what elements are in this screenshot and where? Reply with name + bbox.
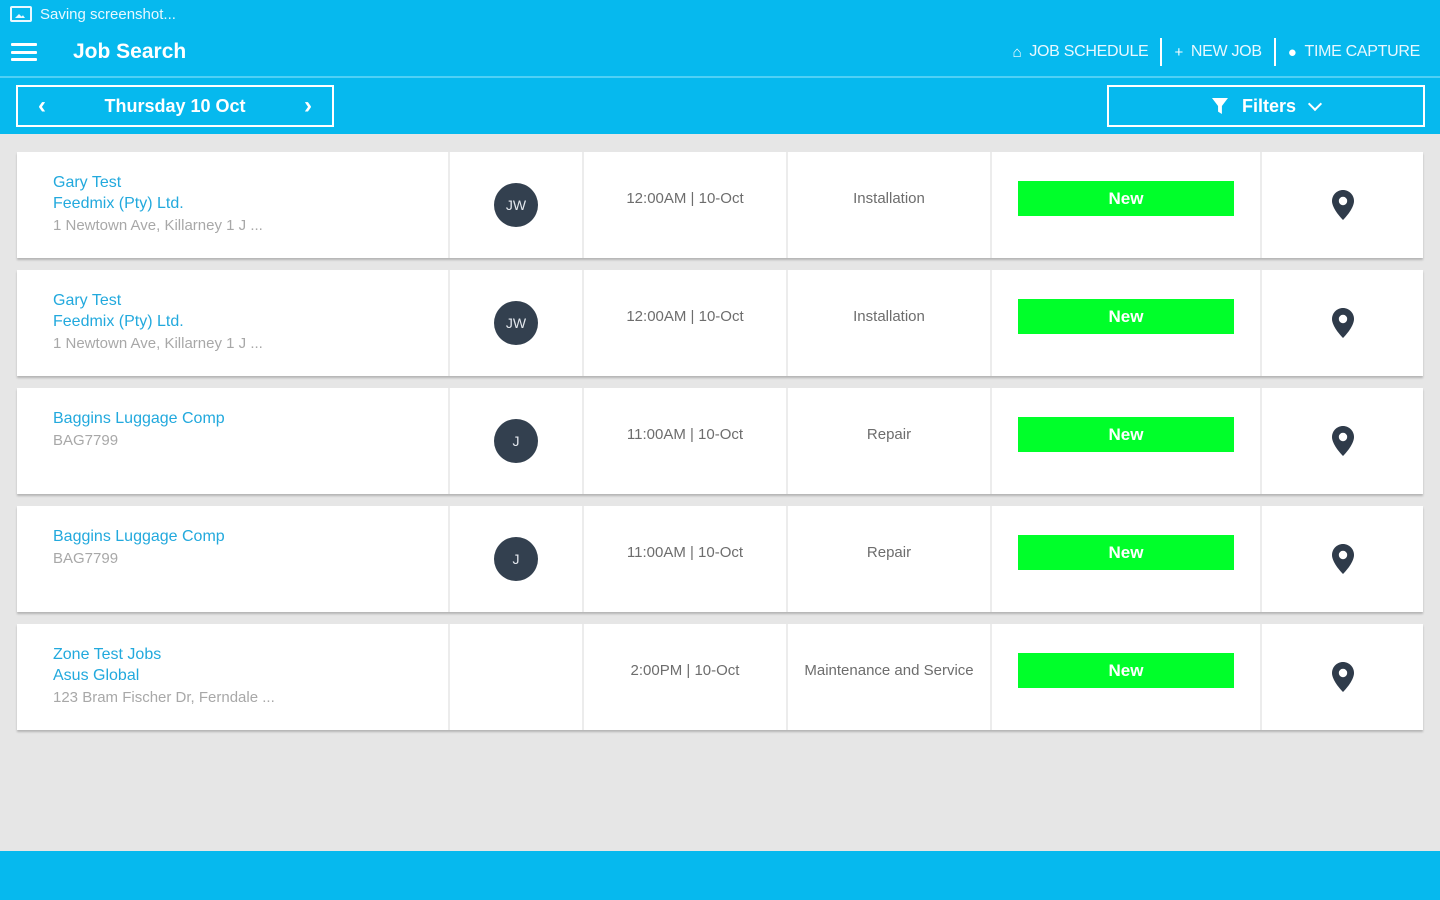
date-label[interactable]: Thursday 10 Oct [104, 96, 245, 117]
job-title[interactable]: Baggins Luggage Comp [53, 526, 225, 547]
job-time: 11:00AM | 10-Oct [584, 506, 788, 612]
status-cell: New [992, 388, 1262, 494]
job-company[interactable]: Feedmix (Pty) Ltd. [53, 311, 184, 332]
job-company[interactable]: Asus Global [53, 665, 139, 686]
job-time: 11:00AM | 10-Oct [584, 388, 788, 494]
status-badge: New [1018, 535, 1234, 570]
map-cell [1262, 270, 1423, 376]
assignee-cell: J [450, 506, 584, 612]
job-type: Repair [788, 506, 992, 612]
status-badge: New [1018, 299, 1234, 334]
status-cell: New [992, 152, 1262, 258]
app-bar: Job Search ⌂ JOB SCHEDULE + NEW JOB ● TI… [0, 28, 1440, 76]
status-bar-text: Saving screenshot... [40, 5, 176, 23]
job-title[interactable]: Gary Test [53, 172, 121, 193]
job-address: 1 Newtown Ave, Killarney 1 J ... [53, 335, 263, 352]
job-time: 2:00PM | 10-Oct [584, 624, 788, 730]
menu-icon[interactable] [11, 43, 37, 61]
job-info-cell: Zone Test Jobs Asus Global 123 Bram Fisc… [17, 624, 450, 730]
filters-label: Filters [1241, 95, 1297, 116]
map-pin-icon[interactable] [1331, 426, 1354, 456]
job-info-cell: Gary Test Feedmix (Pty) Ltd. 1 Newtown A… [17, 270, 450, 376]
avatar: J [494, 537, 538, 581]
time-capture-button[interactable]: ● TIME CAPTURE [1276, 43, 1432, 61]
date-navigator: ‹ Thursday 10 Oct › [16, 85, 334, 127]
job-company[interactable]: Feedmix (Pty) Ltd. [53, 193, 184, 214]
toolbar: ‹ Thursday 10 Oct › Filters [0, 78, 1440, 134]
job-type: Installation [788, 270, 992, 376]
assignee-cell: JW [450, 270, 584, 376]
job-row[interactable]: Baggins Luggage Comp BAG7799 J 11:00AM |… [17, 388, 1423, 494]
assignee-cell [450, 624, 584, 730]
status-cell: New [992, 624, 1262, 730]
filters-button[interactable]: Filters [1107, 85, 1425, 127]
job-type: Installation [788, 152, 992, 258]
map-cell [1262, 388, 1423, 494]
map-cell [1262, 506, 1423, 612]
job-title[interactable]: Baggins Luggage Comp [53, 408, 225, 429]
job-row[interactable]: Gary Test Feedmix (Pty) Ltd. 1 Newtown A… [17, 152, 1423, 258]
job-address: BAG7799 [53, 550, 119, 567]
map-pin-icon[interactable] [1331, 662, 1354, 692]
status-badge: New [1018, 181, 1234, 216]
status-cell: New [992, 506, 1262, 612]
image-icon [10, 6, 32, 22]
map-cell [1262, 152, 1423, 258]
job-list: Gary Test Feedmix (Pty) Ltd. 1 Newtown A… [17, 152, 1423, 742]
map-pin-icon[interactable] [1331, 544, 1354, 574]
clock-icon: ● [1287, 43, 1297, 61]
filter-icon [1211, 98, 1228, 114]
status-badge: New [1018, 653, 1234, 688]
job-info-cell: Baggins Luggage Comp BAG7799 [17, 506, 450, 612]
map-pin-icon[interactable] [1331, 190, 1354, 220]
plus-icon: + [1174, 43, 1183, 61]
job-info-cell: Gary Test Feedmix (Pty) Ltd. 1 Newtown A… [17, 152, 450, 258]
job-address: 123 Bram Fischer Dr, Ferndale ... [53, 689, 275, 706]
chevron-down-icon [1307, 96, 1323, 111]
assignee-cell: J [450, 388, 584, 494]
assignee-cell: JW [450, 152, 584, 258]
chevron-right-icon[interactable]: › [304, 94, 312, 118]
home-icon: ⌂ [1012, 43, 1022, 61]
app-bar-actions: ⌂ JOB SCHEDULE + NEW JOB ● TIME CAPTURE [1001, 28, 1440, 76]
map-pin-icon[interactable] [1331, 308, 1354, 338]
time-capture-label: TIME CAPTURE [1304, 43, 1420, 60]
job-row[interactable]: Zone Test Jobs Asus Global 123 Bram Fisc… [17, 624, 1423, 730]
job-type: Repair [788, 388, 992, 494]
bottom-bar [0, 851, 1440, 900]
job-schedule-label: JOB SCHEDULE [1029, 43, 1149, 60]
job-schedule-button[interactable]: ⌂ JOB SCHEDULE [1001, 43, 1161, 61]
job-info-cell: Baggins Luggage Comp BAG7799 [17, 388, 450, 494]
avatar: J [494, 419, 538, 463]
job-time: 12:00AM | 10-Oct [584, 152, 788, 258]
job-address: 1 Newtown Ave, Killarney 1 J ... [53, 217, 263, 234]
chevron-left-icon[interactable]: ‹ [38, 94, 46, 118]
avatar: JW [494, 301, 538, 345]
job-address: BAG7799 [53, 432, 119, 449]
page-title: Job Search [73, 40, 187, 63]
job-time: 12:00AM | 10-Oct [584, 270, 788, 376]
avatar: JW [494, 183, 538, 227]
new-job-button[interactable]: + NEW JOB [1162, 43, 1273, 61]
job-type: Maintenance and Service [788, 624, 992, 730]
job-title[interactable]: Gary Test [53, 290, 121, 311]
status-badge: New [1018, 417, 1234, 452]
job-title[interactable]: Zone Test Jobs [53, 644, 161, 665]
status-cell: New [992, 270, 1262, 376]
map-cell [1262, 624, 1423, 730]
new-job-label: NEW JOB [1190, 43, 1262, 60]
system-status-bar: Saving screenshot... [0, 0, 1440, 28]
job-row[interactable]: Baggins Luggage Comp BAG7799 J 11:00AM |… [17, 506, 1423, 612]
job-row[interactable]: Gary Test Feedmix (Pty) Ltd. 1 Newtown A… [17, 270, 1423, 376]
